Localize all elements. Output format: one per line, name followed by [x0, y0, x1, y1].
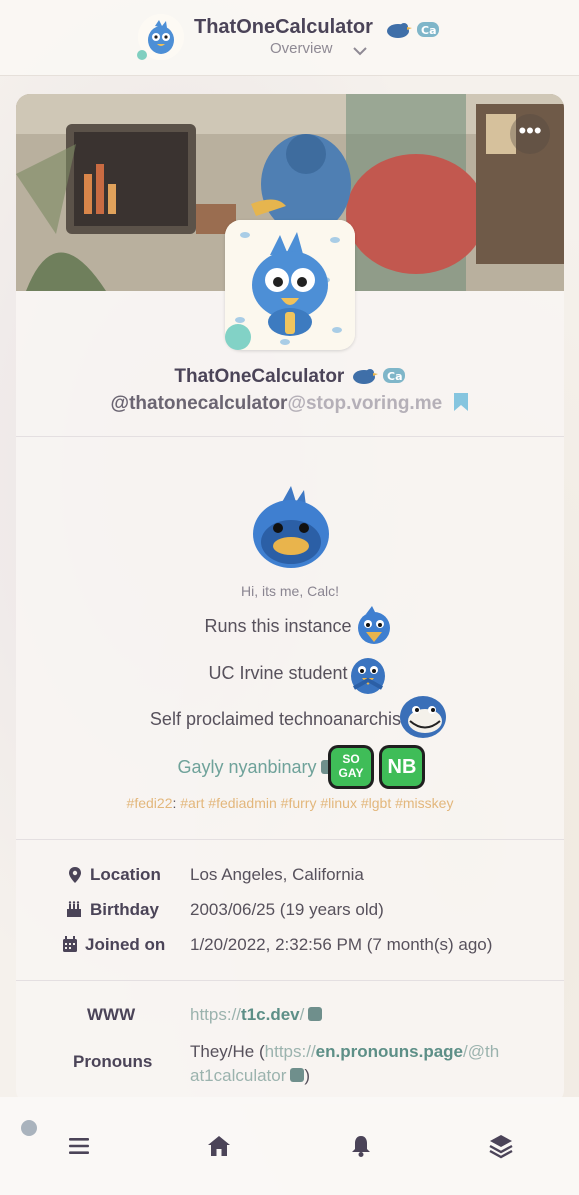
hashtag-link[interactable]: #fedi22	[127, 795, 173, 811]
external-link-icon[interactable]	[290, 1068, 305, 1082]
pronouns-link-scheme[interactable]: https://	[265, 1042, 316, 1061]
hashtag-link[interactable]: #lgbt	[361, 795, 391, 811]
location-value: Los Angeles, California	[190, 865, 364, 884]
hashtag-link[interactable]: #misskey	[395, 795, 453, 811]
header-subtitle[interactable]: Overview	[270, 40, 333, 57]
bio-nyanbinary-row: Gayly nyanbinary	[16, 757, 530, 778]
layers-icon[interactable]	[488, 1133, 514, 1159]
menu-icon[interactable]	[66, 1133, 92, 1159]
birthday-cake-icon	[66, 900, 82, 922]
divider	[16, 839, 564, 840]
blue-bird-face-emoji-icon	[246, 484, 336, 578]
joined-value: 1/20/2022, 2:32:56 PM (7 month(s) ago)	[190, 935, 493, 954]
status-dot	[21, 1120, 37, 1136]
nyanbinary-link[interactable]: Gayly nyanbinary	[177, 757, 316, 777]
bird-student-emoji-icon	[344, 650, 392, 702]
bottom-nav	[0, 1097, 579, 1195]
birthday-label: Birthday	[90, 900, 159, 919]
pronouns-link-path-cont[interactable]: at1calculator	[190, 1066, 286, 1085]
external-link-icon[interactable]	[308, 1007, 323, 1021]
www-link-path[interactable]: /	[300, 1005, 305, 1024]
handle-row: @thatonecalculator@stop.voring.me	[16, 392, 564, 418]
bookmark-icon[interactable]	[453, 392, 469, 418]
chevron-down-icon[interactable]	[352, 42, 368, 61]
bio-line: UC Irvine student	[208, 663, 348, 683]
joined-label: Joined on	[85, 935, 166, 954]
handle-host[interactable]: @stop.voring.me	[287, 393, 442, 414]
trollface-bird-emoji-icon	[398, 694, 448, 744]
online-indicator	[225, 324, 251, 350]
nb-badge-emoji: NB	[379, 745, 425, 789]
pronouns-value: They/He (https://en.pronouns.page/@th at1…	[190, 1040, 550, 1088]
profile-card: ••• ThatOneCalculator Ca @thatonecalcula…	[16, 94, 564, 1104]
header-title: ThatOneCalculator	[194, 16, 373, 38]
hashtag-row: #fedi22: #art #fediadmin #furry #linux #…	[126, 795, 454, 811]
display-name: ThatOneCalculator	[174, 366, 345, 387]
pronouns-link-path[interactable]: /@th	[463, 1042, 499, 1061]
location-pin-icon	[68, 866, 82, 888]
bird-admin-emoji-icon	[352, 604, 396, 652]
www-link-host[interactable]: t1c.dev	[241, 1005, 300, 1024]
display-name-row: ThatOneCalculator Ca	[16, 364, 564, 388]
hashtag-link[interactable]: #linux	[320, 795, 357, 811]
svg-text:Ca: Ca	[387, 370, 403, 383]
www-link-scheme[interactable]: https://	[190, 1005, 241, 1024]
www-label: WWW	[87, 1005, 136, 1024]
pronouns-text: )	[304, 1066, 311, 1085]
bio-line: Self proclaimed technoanarchist	[149, 709, 407, 729]
svg-text:Ca: Ca	[421, 24, 437, 37]
badge-text: SO	[342, 752, 360, 766]
so-gay-badge-emoji: SO GAY	[328, 745, 374, 789]
handle-username[interactable]: @thatonecalculator	[111, 393, 288, 414]
birthday-value: 2003/06/25 (19 years old)	[190, 900, 384, 919]
pronouns-label: Pronouns	[73, 1052, 153, 1071]
bird-emoji-icon: Ca	[350, 366, 406, 387]
hashtag-link[interactable]: #art	[180, 795, 204, 811]
top-bar: ThatOneCalculator Ca Overview	[0, 0, 579, 76]
calendar-icon	[62, 936, 78, 957]
badge-text: GAY	[338, 766, 364, 780]
bell-icon[interactable]	[348, 1133, 374, 1159]
divider	[16, 980, 564, 981]
pronouns-text: They/He (	[190, 1042, 265, 1061]
more-options-button[interactable]: •••	[510, 114, 550, 154]
home-icon[interactable]	[206, 1133, 232, 1159]
header-online-indicator	[137, 50, 147, 60]
bio-greeting: Hi, its me, Calc!	[240, 583, 339, 599]
hashtag-link[interactable]: #fediadmin	[208, 795, 277, 811]
pronouns-link-host[interactable]: en.pronouns.page	[316, 1042, 463, 1061]
bird-emoji-icon: Ca	[384, 18, 440, 44]
location-label: Location	[90, 865, 161, 884]
divider	[16, 436, 564, 437]
www-value: https://t1c.dev/	[190, 1005, 323, 1025]
badge-text: NB	[382, 748, 422, 786]
bio-line: Runs this instance	[204, 616, 352, 636]
hashtag-link[interactable]: #furry	[281, 795, 317, 811]
